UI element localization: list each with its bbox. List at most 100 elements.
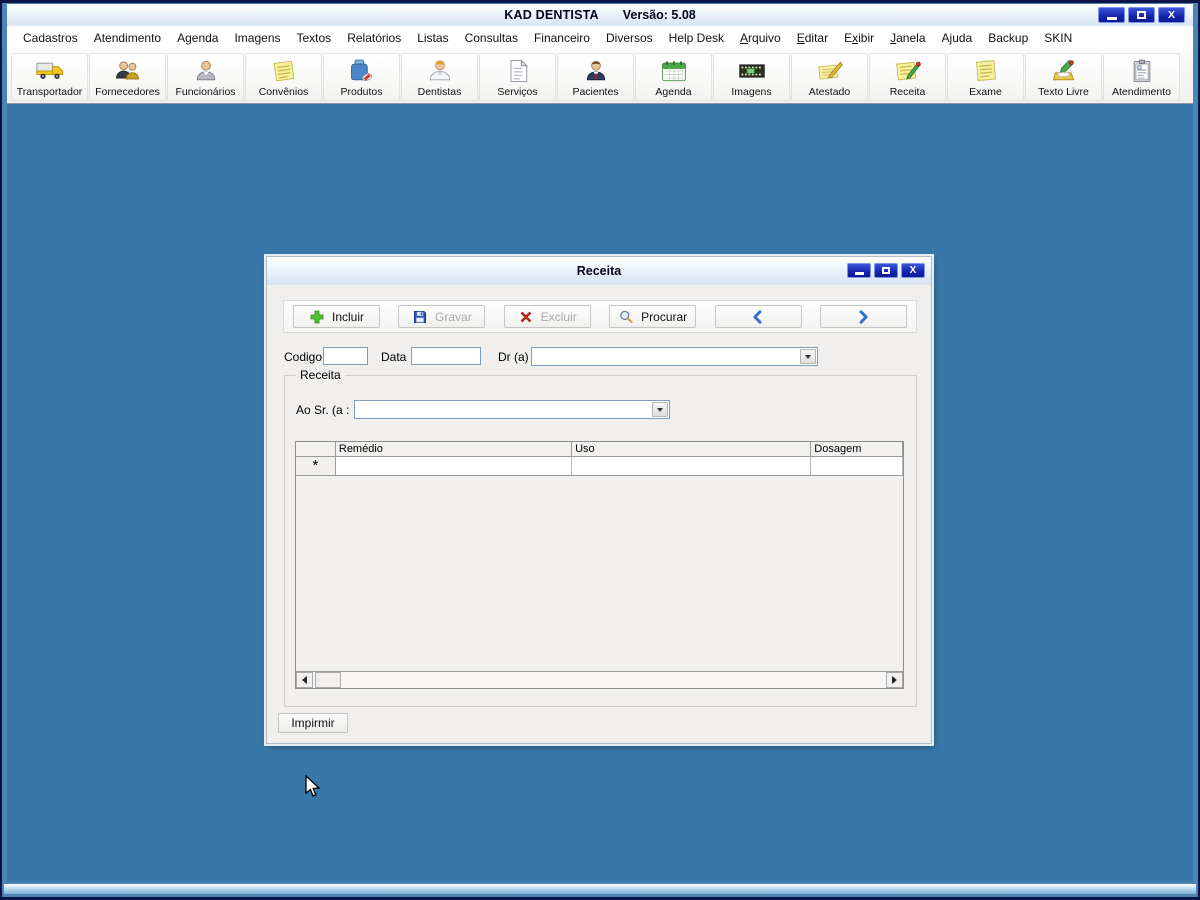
chevron-down-icon (805, 354, 811, 359)
dialog-minimize-button[interactable] (847, 263, 871, 278)
receita-dialog: Receita X Incluir Gravar Excluir Procurar C… (266, 256, 932, 744)
grid-cell-rem-dio[interactable] (335, 457, 573, 476)
grid-horizontal-scrollbar[interactable] (296, 671, 903, 688)
menu-item-exibir[interactable]: Exibir (841, 29, 877, 47)
toolbar-button-atendimento[interactable]: Atendimento (1103, 52, 1180, 101)
scroll-left-button[interactable] (296, 672, 313, 688)
toolbar-button-fornecedores[interactable]: Fornecedores (89, 52, 166, 101)
excluir-button[interactable]: Excluir (503, 305, 591, 328)
ao-sr-combobox[interactable] (354, 400, 670, 419)
toolbar-button-label: Fornecedores (95, 85, 160, 98)
toolbar-button-dentistas[interactable]: Dentistas (401, 52, 478, 101)
data-field[interactable] (411, 347, 481, 365)
codigo-label: Codigo (284, 350, 323, 364)
document-icon (504, 57, 532, 86)
minimize-button[interactable] (1098, 7, 1125, 23)
dialog-titlebar[interactable]: Receita X (267, 257, 931, 285)
data-label: Data (381, 350, 407, 364)
groupbox-legend: Receita (296, 368, 345, 382)
dialog-body: Incluir Gravar Excluir Procurar Codigo Data… (267, 285, 931, 743)
toolbar-button-label: Atendimento (1112, 85, 1171, 98)
grid-selector-header (296, 442, 336, 457)
dr-combobox[interactable] (531, 347, 818, 366)
grid-cell-uso[interactable] (572, 457, 812, 476)
grid-cell-dosagem[interactable] (811, 457, 903, 476)
maximize-icon (882, 267, 890, 274)
employee-icon (192, 57, 220, 86)
previous-button[interactable] (714, 305, 802, 328)
ao-sr-dropdown-button[interactable] (652, 402, 668, 417)
toolbar-button-servicos[interactable]: Serviços (479, 52, 556, 101)
maximize-button[interactable] (1128, 7, 1155, 23)
maximize-icon (1137, 11, 1146, 19)
toolbar-button-funcionarios[interactable]: Funcionários (167, 52, 244, 101)
client-area: Receita X Incluir Gravar Excluir Procurar C… (7, 104, 1193, 882)
dialog-title: Receita (576, 263, 622, 278)
toolbar-button-label: Atestado (808, 85, 851, 98)
toolbar-button-exame[interactable]: Exame (947, 52, 1024, 101)
grid-column-header-uso[interactable]: Uso (572, 442, 812, 457)
gravar-button[interactable]: Gravar (398, 305, 486, 328)
close-button[interactable]: X (1158, 7, 1185, 23)
toolbar-button-convenios[interactable]: Convênios (245, 52, 322, 101)
chevron-right-icon (855, 308, 871, 326)
toolbar-button-label: Pacientes (572, 85, 619, 98)
menu-item-diversos[interactable]: Diversos (603, 29, 656, 47)
toolbar-button-agenda[interactable]: Agenda (635, 52, 712, 101)
toolbar-button-pacientes[interactable]: Pacientes (557, 52, 634, 101)
calendar-icon (660, 57, 688, 86)
menu-item-textos[interactable]: Textos (294, 29, 335, 47)
chevron-left-icon (750, 308, 766, 326)
toolbar-button-label: Dentistas (417, 85, 462, 98)
menu-item-listas[interactable]: Listas (414, 29, 451, 47)
toolbar-button-produtos[interactable]: Produtos (323, 52, 400, 101)
menu-item-arquivo[interactable]: Arquivo (737, 29, 784, 47)
toolbar-button-atestado[interactable]: Atestado (791, 52, 868, 101)
menu-item-financeiro[interactable]: Financeiro (531, 29, 593, 47)
main-window: KAD DENTISTA Versão: 5.08 X Cadastros Ate… (7, 4, 1193, 882)
menu-item-help-desk[interactable]: Help Desk (666, 29, 727, 47)
dialog-maximize-button[interactable] (874, 263, 898, 278)
truck-icon (35, 57, 64, 86)
toolbar-button-label: Texto Livre (1038, 85, 1089, 98)
minimize-icon (1106, 16, 1117, 20)
menu-item-ajuda[interactable]: Ajuda (939, 29, 976, 47)
procurar-button[interactable]: Procurar (609, 305, 697, 328)
toolbar-button-imagens[interactable]: Imagens (713, 52, 790, 101)
dr-dropdown-button[interactable] (800, 349, 816, 364)
toolbar-button-label: Receita (889, 85, 926, 98)
toolbar-button-texto-livre[interactable]: Texto Livre (1025, 52, 1102, 101)
pen-paper-icon (816, 57, 844, 86)
menu-item-janela[interactable]: Janela (887, 29, 928, 47)
scroll-right-button[interactable] (886, 672, 903, 688)
note-pencil-icon (894, 57, 922, 86)
patient-icon (582, 57, 610, 86)
floppy-icon (412, 309, 428, 325)
new-record-selector[interactable]: * (296, 457, 336, 476)
menu-item-editar[interactable]: Editar (794, 29, 831, 47)
window-frame: KAD DENTISTA Versão: 5.08 X Cadastros Ate… (0, 0, 1200, 900)
main-titlebar[interactable]: KAD DENTISTA Versão: 5.08 X (7, 4, 1193, 26)
menu-item-skin[interactable]: SKIN (1041, 29, 1075, 47)
arrow-right-icon (892, 676, 897, 684)
menu-item-agenda[interactable]: Agenda (174, 29, 221, 47)
imprimir-button[interactable]: Impirmir (278, 713, 348, 733)
menu-item-consultas[interactable]: Consultas (462, 29, 521, 47)
menu-item-imagens[interactable]: Imagens (231, 29, 283, 47)
grid-column-header-rem-dio[interactable]: Remédio (335, 442, 573, 457)
menu-item-relat-rios[interactable]: Relatórios (344, 29, 404, 47)
incluir-button[interactable]: Incluir (293, 305, 380, 328)
pencil-holder-icon (1050, 57, 1078, 86)
search-icon (618, 309, 634, 325)
scrollbar-thumb[interactable] (315, 672, 341, 688)
grid-column-header-dosagem[interactable]: Dosagem (811, 442, 903, 457)
dialog-close-button[interactable]: X (901, 263, 925, 278)
codigo-field[interactable] (323, 347, 368, 365)
toolbar-button-receita[interactable]: Receita (869, 52, 946, 101)
menu-item-backup[interactable]: Backup (985, 29, 1031, 47)
button-label: Incluir (331, 309, 364, 324)
next-button[interactable] (819, 305, 907, 328)
menu-item-atendimento[interactable]: Atendimento (91, 29, 164, 47)
menu-item-cadastros[interactable]: Cadastros (20, 29, 81, 47)
toolbar-button-transportador[interactable]: Transportador (11, 52, 88, 101)
